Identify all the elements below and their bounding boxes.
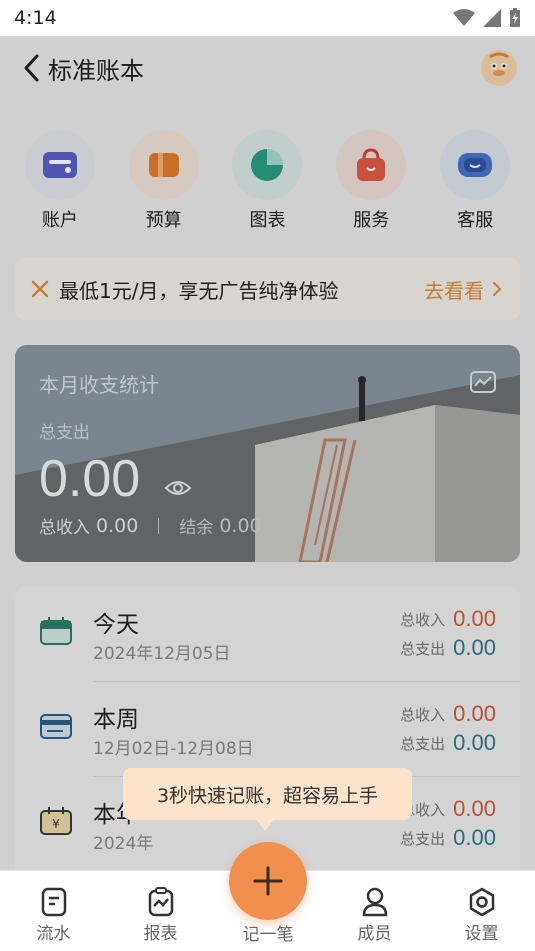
quick-action-support[interactable]: 客服 (427, 130, 523, 232)
quick-action-account[interactable]: 账户 (12, 130, 108, 232)
budget-icon (148, 153, 179, 177)
income-value: 0.00 (453, 606, 496, 631)
service-icon-bg (336, 130, 407, 200)
chat-bot-icon (458, 153, 493, 177)
list-item[interactable]: 今天 2024年12月05日 总收入 0.00 总支出 0.00 (15, 586, 520, 678)
expense-value: 0.00 (453, 730, 496, 755)
expense-row: 总支出 0.00 (400, 825, 496, 851)
bag-icon (357, 148, 386, 181)
tab-label: 成员 (357, 924, 392, 944)
period-title: 本周 (93, 707, 139, 733)
income-label: 总收入 (400, 610, 446, 629)
balance-value: 0.00 (219, 514, 262, 537)
chart-toggle-icon[interactable] (470, 371, 496, 393)
tab-label: 流水 (36, 924, 71, 944)
quick-action-budget[interactable]: 预算 (116, 130, 212, 232)
tooltip-arrow (256, 819, 274, 831)
close-icon[interactable] (31, 280, 49, 298)
tab-label: 设置 (464, 924, 499, 944)
expense-label: 总支出 (400, 639, 446, 658)
tab-report[interactable]: 报表 (111, 871, 211, 951)
quick-action-service[interactable]: 服务 (323, 130, 419, 232)
account-icon-bg (24, 130, 95, 200)
add-record-button[interactable] (229, 842, 307, 920)
chevron-right-icon (493, 282, 502, 296)
expense-value: 0.00 (453, 825, 496, 850)
journal-icon (41, 887, 66, 917)
expense-label: 总支出 (400, 829, 446, 848)
pie-chart-icon (251, 149, 284, 181)
status-time: 4:14 (14, 7, 57, 29)
avatar[interactable] (481, 50, 517, 86)
page-title: 标准账本 (48, 56, 144, 85)
signal-icon (483, 9, 501, 27)
card-list-icon (40, 714, 72, 739)
footer-divider (158, 517, 160, 534)
calendar-icon (40, 617, 72, 645)
expense-row: 总支出 0.00 (400, 730, 496, 756)
tooltip-text: 3秒快速记账，超容易上手 (156, 784, 379, 807)
period-date: 2024年12月05日 (93, 644, 231, 664)
quick-action-label: 服务 (353, 210, 390, 231)
quick-action-label: 账户 (41, 210, 78, 231)
expense-value: 0.00 (39, 450, 141, 508)
monthly-stats-card[interactable]: 本月收支统计 总支出 0.00 总收入 0.00 结余 0.00 (15, 345, 520, 562)
quick-action-chart[interactable]: 图表 (219, 130, 315, 232)
top-nav: 标准账本 (0, 36, 535, 100)
quick-action-label: 客服 (457, 210, 494, 231)
wifi-icon (453, 9, 475, 26)
tab-record-label[interactable]: 记一笔 (228, 920, 308, 945)
promo-link[interactable]: 去看看 (424, 275, 484, 304)
battery-icon (510, 8, 520, 27)
eye-icon[interactable] (164, 479, 192, 497)
support-icon-bg (440, 130, 511, 200)
back-arrow-icon[interactable] (22, 53, 40, 83)
mascot-icon (483, 52, 515, 84)
card-icon (42, 152, 77, 178)
tab-members[interactable]: 成员 (325, 871, 425, 951)
period-title: 今天 (93, 612, 139, 638)
period-date: 2024年 (93, 834, 154, 854)
status-bar: 4:14 (0, 0, 535, 36)
onboarding-tooltip[interactable]: 3秒快速记账，超容易上手 (123, 768, 412, 820)
quick-actions: 账户 预算 图表 服务 客服 (0, 130, 535, 232)
yuan-calendar-icon: ¥ (40, 807, 72, 835)
tab-settings[interactable]: 设置 (432, 871, 532, 951)
tab-label: 报表 (143, 924, 178, 944)
income-row: 总收入 0.00 (400, 606, 496, 632)
income-label: 总收入 (400, 705, 446, 724)
plus-icon (253, 866, 283, 896)
svg-text:¥: ¥ (52, 817, 60, 831)
expense-row: 总支出 0.00 (400, 635, 496, 661)
chart-icon-bg (232, 130, 303, 200)
expense-label: 总支出 (400, 734, 446, 753)
stats-footer: 总收入 0.00 结余 0.00 (39, 513, 262, 539)
period-summary-list: 今天 2024年12月05日 总收入 0.00 总支出 0.00 本周 12月0… (15, 586, 520, 886)
income-value: 0.00 (453, 701, 496, 726)
income-value: 0.00 (96, 514, 139, 537)
income-label: 总收入 (39, 518, 90, 538)
quick-action-label: 预算 (145, 210, 182, 231)
budget-icon-bg (128, 130, 199, 200)
income-value: 0.00 (453, 796, 496, 821)
ledger-home-page: 标准账本 账户 预算 图表 服务 客服 最低1元/月，享无广告纯净体验 去看看 … (0, 36, 535, 886)
person-icon (362, 887, 387, 917)
promo-banner[interactable]: 最低1元/月，享无广告纯净体验 去看看 (15, 258, 520, 320)
promo-text: 最低1元/月，享无广告纯净体验 (59, 278, 339, 303)
expense-value: 0.00 (453, 635, 496, 660)
expense-label: 总支出 (39, 423, 90, 443)
list-item[interactable]: 本周 12月02日-12月08日 总收入 0.00 总支出 0.00 (15, 681, 520, 773)
income-row: 总收入 0.00 (400, 701, 496, 727)
balance-label: 结余 (179, 518, 214, 538)
quick-action-label: 图表 (249, 210, 286, 231)
period-date: 12月02日-12月08日 (93, 739, 254, 759)
stats-title: 本月收支统计 (39, 373, 159, 397)
report-icon (148, 887, 173, 917)
gear-icon (469, 887, 494, 917)
income-row: 总收入 0.00 (400, 796, 496, 822)
tab-journal[interactable]: 流水 (4, 871, 104, 951)
status-icons (453, 8, 521, 28)
